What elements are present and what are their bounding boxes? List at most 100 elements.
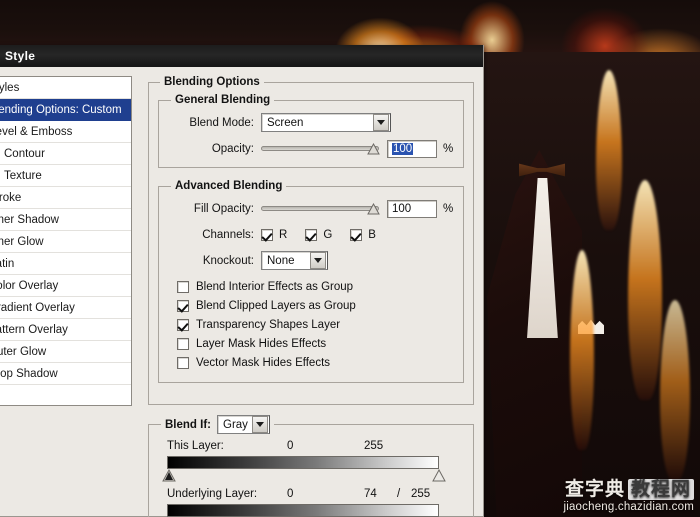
fill-opacity-input[interactable]: 100 [387,199,437,218]
blending-options-legend: Blending Options [164,76,260,88]
advanced-blending-checkboxes: Blend Interior Effects as Group Blend Cli… [177,278,453,371]
checkbox-icon[interactable] [177,280,189,293]
checkbox-icon[interactable] [177,356,189,369]
style-list-item[interactable]: Contour [0,143,131,165]
opacity-unit: % [443,142,454,155]
checkbox-icon[interactable] [177,299,189,312]
blend-mode-row: Blend Mode: Screen [169,113,453,132]
style-list-item-label: Gradient Overlay [0,301,75,314]
blend-if-channel-select[interactable]: Gray [217,415,270,434]
general-blending-group: General Blending Blend Mode: Screen Opac… [158,94,465,168]
chevron-down-icon[interactable] [310,252,326,269]
channel-r[interactable]: R [261,228,288,241]
advanced-blending-option[interactable]: Blend Interior Effects as Group [177,278,453,295]
blend-if-channel-value: Gray [223,418,248,431]
this-layer-black-handle[interactable] [162,469,176,482]
style-list-item[interactable]: Styles [0,77,131,99]
advanced-blending-option[interactable]: Layer Mask Hides Effects [177,335,453,352]
this-layer-white-handle[interactable] [432,469,446,482]
fill-opacity-label: Fill Opacity: [193,202,254,215]
style-list-item[interactable]: Stroke [0,187,131,209]
checkbox-icon[interactable] [305,228,318,241]
style-list[interactable]: Styles Blending Options: Custom Bevel & Em… [0,76,132,406]
underlying-layer-separator: / [397,488,401,500]
opacity-slider-knob[interactable] [367,143,380,155]
dialog-body: Styles Blending Options: Custom Bevel & Em… [0,67,483,517]
underlying-layer-row: Underlying Layer: 0 74 / 255 [159,488,463,517]
opacity-row: Opacity: 100 % [169,139,453,158]
checkbox-icon[interactable] [350,228,363,241]
fill-opacity-value: 100 [392,202,412,215]
underlying-layer-label: Underlying Layer: [167,488,258,500]
checkbox-icon[interactable] [261,228,273,241]
knockout-value: None [267,254,295,267]
knockout-select[interactable]: None [261,251,328,270]
blend-mode-value: Screen [267,116,304,129]
style-list-item-label: Styles [0,81,20,94]
opacity-slider-track [261,146,379,151]
this-layer-low-value: 0 [287,440,294,452]
chevron-down-icon[interactable] [373,114,389,131]
fill-opacity-row: Fill Opacity: 100 % [169,199,453,218]
style-list-item[interactable]: Color Overlay [0,275,131,297]
channels-row: Channels: R G B [169,225,453,244]
style-list-item[interactable]: Pattern Overlay [0,319,131,341]
opacity-input[interactable]: 100 [387,139,437,158]
style-list-item[interactable]: Inner Glow [0,231,131,253]
this-layer-label: This Layer: [167,440,224,452]
underlying-layer-high-value: 255 [411,488,431,500]
underlying-layer-low-value: 0 [287,488,294,500]
style-list-item[interactable]: Outer Glow [0,341,131,363]
opacity-value: 100 [392,142,414,155]
advanced-blending-option-label: Blend Clipped Layers as Group [196,299,356,312]
underlying-layer-ramp-wrap [159,504,463,517]
style-list-item[interactable]: Texture [0,165,131,187]
fill-opacity-slider-knob[interactable] [367,203,380,215]
dialog-titlebar[interactable]: Style [0,45,483,67]
advanced-blending-option-label: Vector Mask Hides Effects [196,356,331,369]
this-layer-gradient-ramp[interactable] [167,456,439,469]
blending-options-group: Blending Options General Blending Blend … [148,76,475,405]
style-list-item-label: Inner Shadow [0,213,59,226]
chevron-down-icon[interactable] [252,416,268,433]
style-list-item[interactable]: Drop Shadow [0,363,131,385]
advanced-blending-option[interactable]: Transparency Shapes Layer [177,316,453,333]
channel-label: B [368,228,376,241]
opacity-label: Opacity: [211,142,254,155]
channel-label: R [279,228,288,241]
underlying-layer-split-value: 74 [364,488,377,500]
advanced-blending-option[interactable]: Blend Clipped Layers as Group [177,297,453,314]
style-list-item-label: Satin [0,257,15,270]
advanced-blending-legend: Advanced Blending [175,180,283,192]
screenshot-root: 查字典教程网 jiaocheng.chazidian.com Style Sty… [0,0,700,517]
checkbox-icon[interactable] [177,318,189,331]
opacity-slider[interactable] [261,142,380,155]
channels-label: Channels: [202,228,254,241]
channel-b[interactable]: B [350,228,376,241]
style-list-item-label: Pattern Overlay [0,323,68,336]
advanced-blending-option[interactable]: Vector Mask Hides Effects [177,354,453,371]
style-list-item[interactable]: Satin [0,253,131,275]
this-layer-row: This Layer: 0 255 [159,440,463,484]
checkbox-icon[interactable] [177,337,189,350]
style-list-item[interactable]: Bevel & Emboss [0,121,131,143]
style-list-item-label: Outer Glow [0,345,47,358]
style-list-item-label: Contour [4,147,45,160]
fill-opacity-slider[interactable] [261,202,380,215]
blend-mode-select[interactable]: Screen [261,113,391,132]
style-list-item[interactable]: Gradient Overlay [0,297,131,319]
channel-label: G [323,228,333,241]
underlying-layer-gradient-ramp[interactable] [167,504,439,517]
advanced-blending-group: Advanced Blending Fill Opacity: 100 % Ch… [158,180,465,383]
blend-if-label: Blend If: [165,418,211,431]
blend-mode-label: Blend Mode: [189,116,254,129]
channel-g[interactable]: G [305,228,333,241]
style-list-item[interactable]: Blending Options: Custom [0,99,131,121]
fill-opacity-unit: % [443,202,454,215]
main-panel: Blending Options General Blending Blend … [132,76,476,517]
general-blending-legend: General Blending [175,94,271,106]
style-list-item-label: Stroke [0,191,22,204]
this-layer-high-value: 255 [364,440,384,452]
blend-if-legend: Blend If: Gray [161,415,274,434]
style-list-item[interactable]: Inner Shadow [0,209,131,231]
